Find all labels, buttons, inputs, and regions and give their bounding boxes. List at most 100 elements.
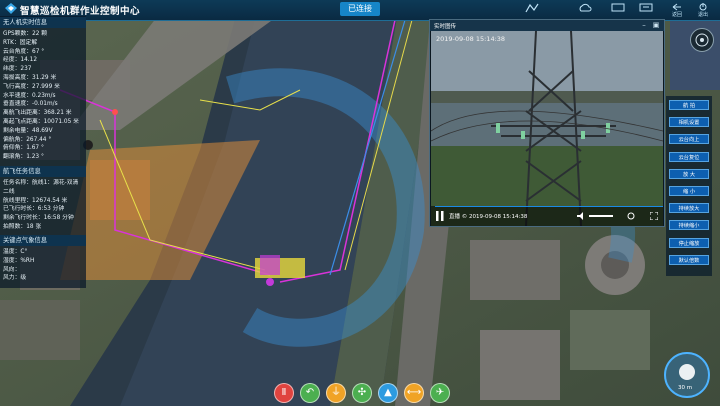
cmd-stop-zoom-button[interactable]: 停止缩放 <box>669 237 709 248</box>
joystick-control[interactable] <box>662 350 712 400</box>
info-label: 风力： <box>3 275 21 282</box>
info-label: 云台角度： <box>3 48 32 55</box>
close-icon[interactable]: ▣ <box>652 21 660 29</box>
exit-icon <box>699 3 707 11</box>
volume-icon[interactable] <box>577 212 587 220</box>
info-label: 拍照数： <box>3 224 27 230</box>
connection-status-button[interactable]: 已连接 <box>340 2 380 16</box>
cmd-gimbal-up-button[interactable]: 云台向上 <box>669 134 709 145</box>
info-row: GPS颗数：22 颗 <box>3 31 47 38</box>
info-label: 海拔高度： <box>3 75 32 81</box>
info-value: %RH <box>20 257 35 264</box>
cmd-zoom-in-button[interactable]: 放 大 <box>669 168 709 179</box>
info-value: 67 ° <box>32 48 45 55</box>
info-row: 离起飞点距离：10071.05 米 <box>3 119 79 126</box>
drone-marker[interactable] <box>266 278 274 286</box>
info-value: 1.67 ° <box>26 145 44 152</box>
info-label: 风向： <box>3 266 21 273</box>
info-row: 偏航角：267.44 ° <box>3 137 51 144</box>
minimize-icon[interactable]: – <box>640 21 648 29</box>
land-button[interactable]: ⏚ <box>326 383 346 403</box>
info-label: 经度： <box>3 57 21 64</box>
takeoff-button[interactable]: ▲ <box>378 383 398 403</box>
cmd-zoom-out-button[interactable]: 缩 小 <box>669 186 709 196</box>
hover-button[interactable]: ✣ <box>352 383 372 403</box>
info-row: 剩余飞行时长：16:58 分钟 <box>3 215 74 222</box>
compass-icon[interactable] <box>690 28 714 52</box>
video-frame[interactable] <box>431 31 663 226</box>
info-label: 俯仰角： <box>3 145 27 152</box>
return-button[interactable]: ↶ <box>300 383 320 403</box>
weather-info-title: 关键点气象信息 <box>0 235 86 246</box>
info-value: -0.01m/s <box>32 101 58 108</box>
info-row: 垂直速度：-0.01m/s <box>3 101 58 108</box>
info-row: 剩余电量：48.69V <box>3 128 53 135</box>
info-label: 飞行高度： <box>3 83 32 90</box>
info-label: 垂直速度： <box>3 101 32 108</box>
info-value: 0.23m/s <box>32 92 56 99</box>
info-value: 22 颗 <box>32 31 48 37</box>
route-button[interactable]: ⟷ <box>404 383 424 403</box>
info-row: 风力：级 <box>3 275 26 282</box>
pause-icon[interactable] <box>436 211 444 221</box>
info-value: 12674.54 米 <box>32 197 68 204</box>
back-button[interactable]: 返回 <box>668 3 686 18</box>
back-icon <box>672 3 681 11</box>
waypoint-marker[interactable] <box>112 109 118 115</box>
settings-icon[interactable] <box>627 212 635 220</box>
back-label: 返回 <box>671 12 682 18</box>
cmd-gimbal-reset-button[interactable]: 云台复位 <box>669 151 709 162</box>
return-icon: ↶ <box>305 387 315 398</box>
volume-slider[interactable] <box>589 215 613 217</box>
info-row: 海拔高度：31.29 米 <box>3 75 56 82</box>
video-status-text: 直播 © 2019-09-08 15:14:38 <box>449 214 528 220</box>
takeoff-icon: ▲ <box>384 387 392 398</box>
cmd-default-zoom-button[interactable]: 默认倍数 <box>669 254 709 265</box>
cmd-takeoff-button[interactable]: 航 拍 <box>669 100 709 110</box>
info-value: 48.69V <box>32 127 53 134</box>
info-value: 267.44 ° <box>26 136 52 143</box>
video-osd-time: 2019-09-08 15:14:38 <box>436 35 506 43</box>
fullscreen-icon[interactable] <box>650 212 658 220</box>
info-row: 云台角度：67 ° <box>3 49 44 56</box>
app-title: 智慧巡检机群作业控制中心 <box>20 6 141 17</box>
info-row: 翻滚角：1.23 ° <box>3 154 44 161</box>
pause-button[interactable]: Ⅱ <box>274 383 294 403</box>
progress-bar[interactable] <box>435 206 663 207</box>
info-row: 已飞行时长：6:53 分钟 <box>3 206 64 213</box>
monitor-icon[interactable] <box>608 3 628 17</box>
uav-info-title: 无人机实时信息 <box>0 17 86 28</box>
info-value: 31.29 米 <box>32 75 57 81</box>
info-row: 拍照数：18 张 <box>3 224 41 231</box>
land-icon: ⏚ <box>331 387 341 398</box>
info-label: 湿度： <box>3 257 21 264</box>
info-label: 航线里程： <box>3 197 32 204</box>
info-row: 湿度：%RH <box>3 258 34 265</box>
info-row: RTK：固定解 <box>3 40 37 47</box>
fly-button[interactable]: ✈ <box>430 383 450 403</box>
route-icon[interactable] <box>522 3 542 17</box>
info-value: 10071.05 米 <box>43 119 79 125</box>
exit-button[interactable]: 退出 <box>694 3 712 18</box>
info-label: 离航飞出距离： <box>3 110 44 117</box>
cmd-keep-zoom-out-button[interactable]: 持续缩小 <box>669 220 709 231</box>
info-label: RTK： <box>3 39 20 46</box>
hover-icon: ✣ <box>357 387 367 398</box>
video-control-bar: 直播 © 2019-09-08 15:14:38 <box>431 206 663 226</box>
weather-icon[interactable] <box>575 3 595 17</box>
left-info-panel: 无人机实时信息 GPS颗数：22 颗 RTK：固定解 云台角度：67 ° 经度：14.… <box>0 16 86 288</box>
info-value: C° <box>20 249 28 255</box>
video-title: 实时图传 <box>434 24 457 30</box>
logo-icon <box>5 3 17 14</box>
pause-icon: Ⅱ <box>281 387 287 398</box>
info-label: 纬度： <box>3 66 21 73</box>
info-row: 水平速度：0.23m/s <box>3 93 56 100</box>
info-value: 14.12 <box>20 57 38 64</box>
cmd-camera-button[interactable]: 相机设置 <box>669 117 709 128</box>
info-label: 剩余电量： <box>3 127 32 134</box>
top-bar: 智慧巡检机群作业控制中心 已连接 返回 退出 <box>0 0 720 21</box>
info-value: 18 张 <box>26 224 42 230</box>
info-label: 偏航角： <box>3 136 27 143</box>
screen-icon[interactable] <box>636 3 656 17</box>
cmd-keep-zoom-in-button[interactable]: 持续放大 <box>669 203 709 214</box>
